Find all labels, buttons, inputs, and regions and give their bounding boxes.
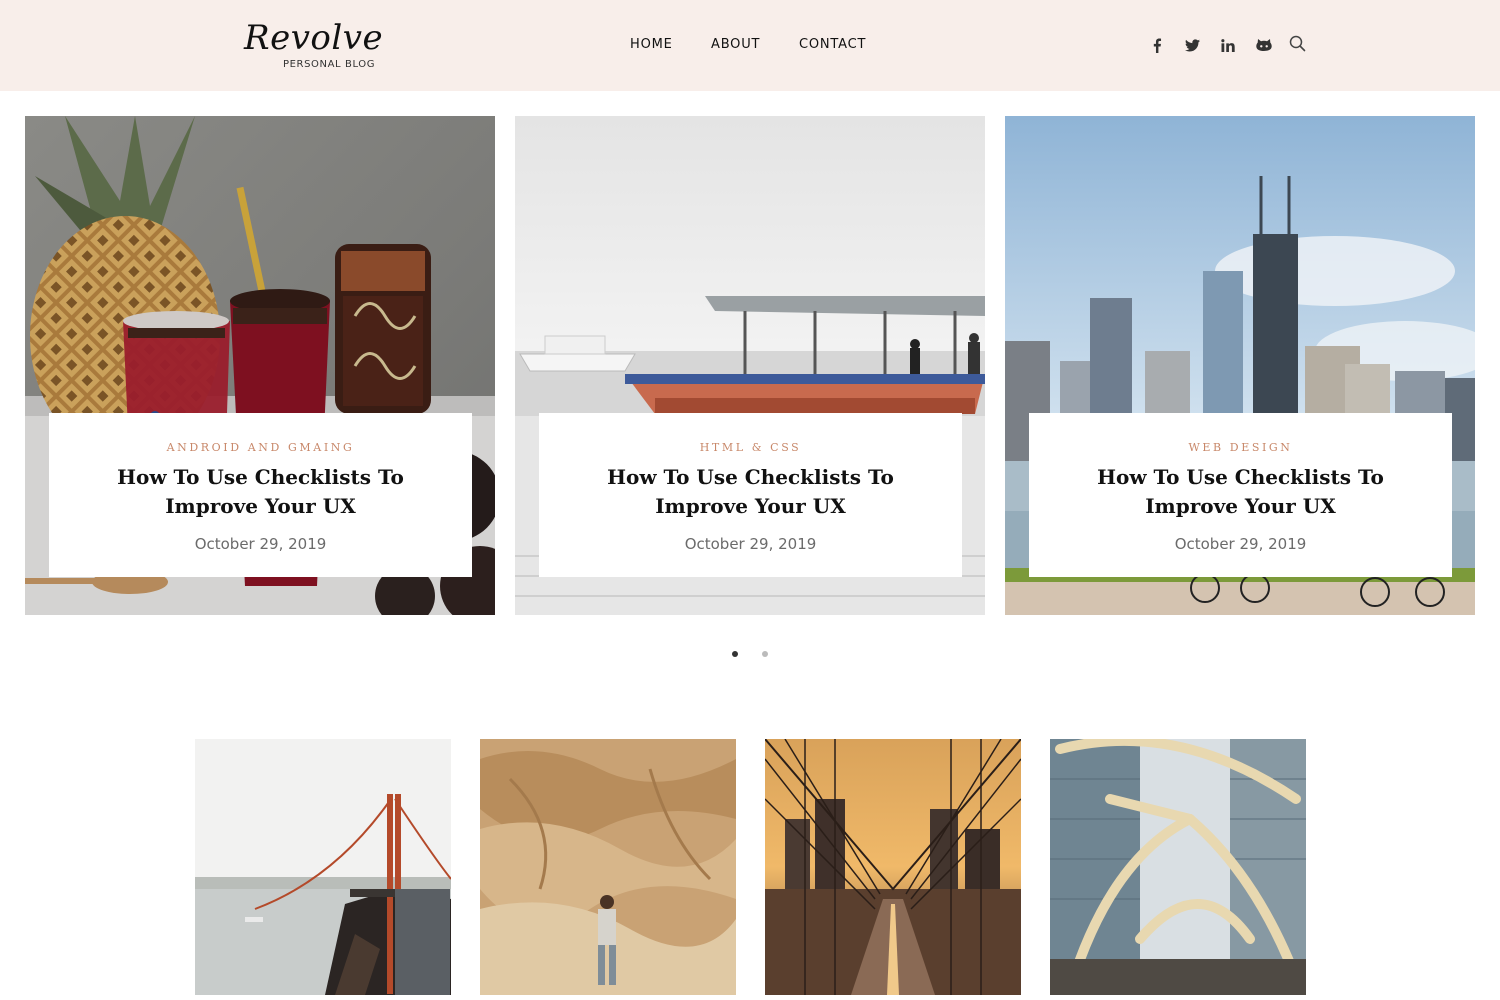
gallery-item-bridge-fog[interactable] [195,739,451,995]
gallery-image [765,739,1021,995]
featured-post-1[interactable]: ANDROID AND GMAING How To Use Checklists… [25,116,495,615]
site-logo[interactable]: Revolve PERSONAL BLOG [244,18,404,74]
search-icon[interactable] [1288,34,1306,52]
post-date: October 29, 2019 [684,535,817,553]
post-title[interactable]: How To Use Checklists To Improve Your UX [559,463,942,521]
post-card-2: HTML & CSS How To Use Checklists To Impr… [539,413,962,577]
post-category[interactable]: HTML & CSS [539,441,962,454]
github-icon[interactable] [1255,36,1273,54]
nav-contact[interactable]: CONTACT [799,37,866,52]
social-links [1148,34,1308,56]
nav-about[interactable]: ABOUT [711,37,760,52]
slider-pagination [732,651,772,659]
post-category[interactable]: WEB DESIGN [1029,441,1452,454]
post-card-3: WEB DESIGN How To Use Checklists To Impr… [1029,413,1452,577]
featured-post-3[interactable]: WEB DESIGN How To Use Checklists To Impr… [1005,116,1475,615]
post-category[interactable]: ANDROID AND GMAING [49,441,472,454]
twitter-icon[interactable] [1183,36,1201,54]
logo-tagline: PERSONAL BLOG [283,59,376,70]
gallery-item-desert[interactable] [480,739,736,995]
gallery-item-brooklyn-bridge[interactable] [765,739,1021,995]
post-date: October 29, 2019 [1174,535,1307,553]
slider-dot-2[interactable] [762,651,768,657]
post-card-1: ANDROID AND GMAING How To Use Checklists… [49,413,472,577]
gallery-image [1050,739,1306,995]
gallery-image [480,739,736,995]
linkedin-icon[interactable] [1219,36,1237,54]
facebook-icon[interactable] [1148,36,1166,54]
nav-home[interactable]: HOME [630,37,673,52]
featured-post-2[interactable]: HTML & CSS How To Use Checklists To Impr… [515,116,985,615]
post-date: October 29, 2019 [194,535,327,553]
logo-text: Revolve [244,18,384,58]
post-title[interactable]: How To Use Checklists To Improve Your UX [69,463,452,521]
gallery-image [195,739,451,995]
post-title[interactable]: How To Use Checklists To Improve Your UX [1049,463,1432,521]
site-header: Revolve PERSONAL BLOG HOME ABOUT CONTACT [0,0,1500,91]
gallery-item-arched-bridge[interactable] [1050,739,1306,995]
slider-dot-1[interactable] [732,651,738,657]
